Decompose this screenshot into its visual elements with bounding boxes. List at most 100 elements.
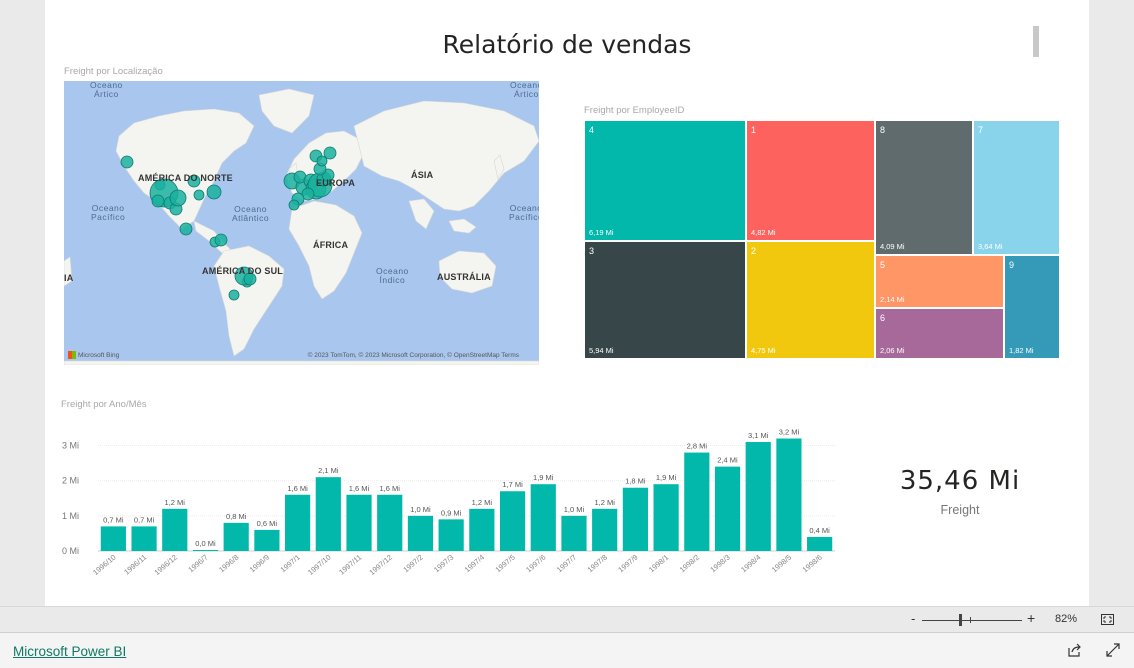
data-label: 0,7 Mi bbox=[134, 515, 155, 524]
x-tick-label: 1998/1 bbox=[647, 553, 670, 575]
bar[interactable] bbox=[131, 526, 157, 551]
map-bubble[interactable] bbox=[206, 184, 222, 200]
map-bubble[interactable] bbox=[169, 189, 187, 207]
data-label: 0,7 Mi bbox=[103, 515, 124, 524]
data-label: 0,4 Mi bbox=[809, 526, 830, 535]
data-label: 3,2 Mi bbox=[779, 428, 800, 437]
bar[interactable] bbox=[622, 487, 648, 551]
zoom-slider-track[interactable] bbox=[922, 620, 1022, 621]
fit-to-page-icon[interactable] bbox=[1101, 614, 1114, 625]
map-bubble[interactable] bbox=[323, 146, 337, 160]
expand-icon[interactable] bbox=[1105, 642, 1121, 658]
bing-attribution: Microsoft Bing bbox=[68, 351, 119, 359]
x-tick-label: 1997/7 bbox=[555, 553, 578, 575]
data-label: 2,8 Mi bbox=[687, 442, 708, 451]
y-tick-label: 2 Mi bbox=[62, 476, 79, 486]
label-pacific-right: Oceano Pacífico bbox=[509, 203, 539, 222]
tile-key: 3 bbox=[589, 246, 595, 256]
tile-key: 6 bbox=[880, 313, 886, 323]
treemap-tile[interactable]: 7 3,64 Mi bbox=[973, 120, 1060, 255]
treemap-tile[interactable]: 3 5,94 Mi bbox=[584, 241, 746, 359]
map-bubble[interactable] bbox=[151, 194, 165, 208]
map-bubble[interactable] bbox=[179, 222, 193, 236]
data-label: 1,2 Mi bbox=[594, 498, 615, 507]
zoom-in-button[interactable]: + bbox=[1027, 610, 1035, 626]
map-bubble[interactable] bbox=[193, 189, 205, 201]
bar[interactable] bbox=[223, 522, 249, 551]
zoom-bar: - + 82% bbox=[0, 606, 1134, 633]
bar[interactable] bbox=[561, 515, 587, 551]
report-canvas: Relatório de vendas Freight por Localiza… bbox=[45, 0, 1089, 606]
map-visual-title: Freight por Localização bbox=[64, 66, 163, 77]
treemap-tile[interactable]: 1 4,82 Mi bbox=[746, 120, 875, 241]
bar[interactable] bbox=[592, 508, 618, 551]
zoom-out-button[interactable]: - bbox=[911, 611, 915, 626]
data-label: 1,6 Mi bbox=[287, 484, 308, 493]
zoom-slider-thumb[interactable] bbox=[959, 614, 962, 626]
data-label: 2,1 Mi bbox=[318, 466, 339, 475]
bar[interactable] bbox=[192, 550, 219, 551]
label-north-america: AMÉRICA DO NORTE bbox=[138, 173, 233, 183]
data-label: 1,7 Mi bbox=[502, 480, 523, 489]
treemap-tile[interactable]: 6 2,06 Mi bbox=[875, 308, 1004, 359]
data-label: 1,2 Mi bbox=[165, 498, 186, 507]
bar[interactable] bbox=[377, 494, 403, 551]
bar[interactable] bbox=[162, 508, 188, 551]
label-africa: ÁFRICA bbox=[313, 240, 349, 250]
bar[interactable] bbox=[315, 477, 341, 551]
treemap-tile[interactable]: 5 2,14 Mi bbox=[875, 255, 1004, 308]
y-tick-label: 0 Mi bbox=[62, 546, 79, 556]
treemap-tile[interactable]: 9 1,82 Mi bbox=[1004, 255, 1060, 359]
bar[interactable] bbox=[438, 519, 464, 551]
kpi-value: 35,46 Mi bbox=[899, 466, 1021, 496]
tile-key: 2 bbox=[751, 246, 757, 256]
x-tick-label: 1998/3 bbox=[708, 553, 731, 575]
data-label: 1,9 Mi bbox=[656, 473, 677, 482]
treemap-tile[interactable]: 2 4,75 Mi bbox=[746, 241, 875, 359]
x-tick-label: 1998/2 bbox=[678, 553, 701, 575]
map-bubble[interactable] bbox=[228, 289, 240, 301]
bar[interactable] bbox=[714, 466, 741, 551]
power-bi-link[interactable]: Microsoft Power BI bbox=[13, 644, 126, 659]
treemap-visual[interactable]: 4 6,19 Mi 1 4,82 Mi 8 4,09 Mi 7 3,64 Mi … bbox=[584, 120, 1060, 359]
data-label: 1,6 Mi bbox=[349, 484, 370, 493]
x-tick-label: 1996/7 bbox=[186, 553, 209, 575]
treemap-tile[interactable]: 4 6,19 Mi bbox=[584, 120, 746, 241]
label-arctic-left: Oceano Ártico bbox=[90, 81, 123, 99]
tile-value: 1,82 Mi bbox=[1009, 346, 1034, 355]
tile-value: 2,14 Mi bbox=[880, 295, 905, 304]
bar[interactable] bbox=[684, 452, 710, 551]
map-visual[interactable]: AMÉRICA DO NORTE EUROPA ÁSIA ÁFRICA AMÉR… bbox=[64, 81, 539, 365]
x-tick-label: 1997/8 bbox=[586, 553, 609, 575]
label-europe: EUROPA bbox=[316, 178, 356, 188]
bar[interactable] bbox=[407, 515, 434, 551]
bar-chart-visual[interactable]: 0 Mi 1 Mi 2 Mi 3 Mi 0,7 Mi 1996/10 0,7 Mi 1996/… bbox=[60, 425, 860, 590]
map-credit[interactable]: © 2023 TomTom, © 2023 Microsoft Corporat… bbox=[308, 352, 519, 359]
bar[interactable] bbox=[346, 494, 372, 551]
treemap-visual-title: Freight por EmployeeID bbox=[584, 105, 685, 116]
treemap-tile[interactable]: 8 4,09 Mi bbox=[875, 120, 973, 255]
data-label: 0,6 Mi bbox=[257, 519, 278, 528]
label-arctic-right: Oceano Ártico bbox=[510, 81, 539, 99]
bar[interactable] bbox=[100, 526, 126, 551]
bar[interactable] bbox=[807, 536, 833, 551]
bar[interactable] bbox=[776, 438, 802, 551]
map-bubble[interactable] bbox=[120, 155, 134, 169]
data-label: 0,8 Mi bbox=[226, 512, 247, 521]
bar[interactable] bbox=[285, 494, 311, 551]
bar[interactable] bbox=[499, 491, 526, 551]
bar[interactable] bbox=[653, 484, 679, 551]
map-bubble[interactable] bbox=[288, 199, 300, 211]
x-tick-label: 1998/5 bbox=[770, 553, 793, 575]
map-bubble[interactable] bbox=[214, 233, 228, 247]
data-label: 1,2 Mi bbox=[472, 498, 493, 507]
share-icon[interactable] bbox=[1066, 642, 1082, 658]
world-map bbox=[64, 88, 539, 365]
x-tick-label: 1997/11 bbox=[337, 553, 363, 577]
bar[interactable] bbox=[469, 508, 495, 551]
x-tick-label: 1996/8 bbox=[217, 553, 240, 575]
bar[interactable] bbox=[254, 529, 280, 551]
bar[interactable] bbox=[530, 484, 556, 551]
bar[interactable] bbox=[745, 442, 771, 551]
label-australia: AUSTRÁLIA bbox=[437, 272, 491, 282]
